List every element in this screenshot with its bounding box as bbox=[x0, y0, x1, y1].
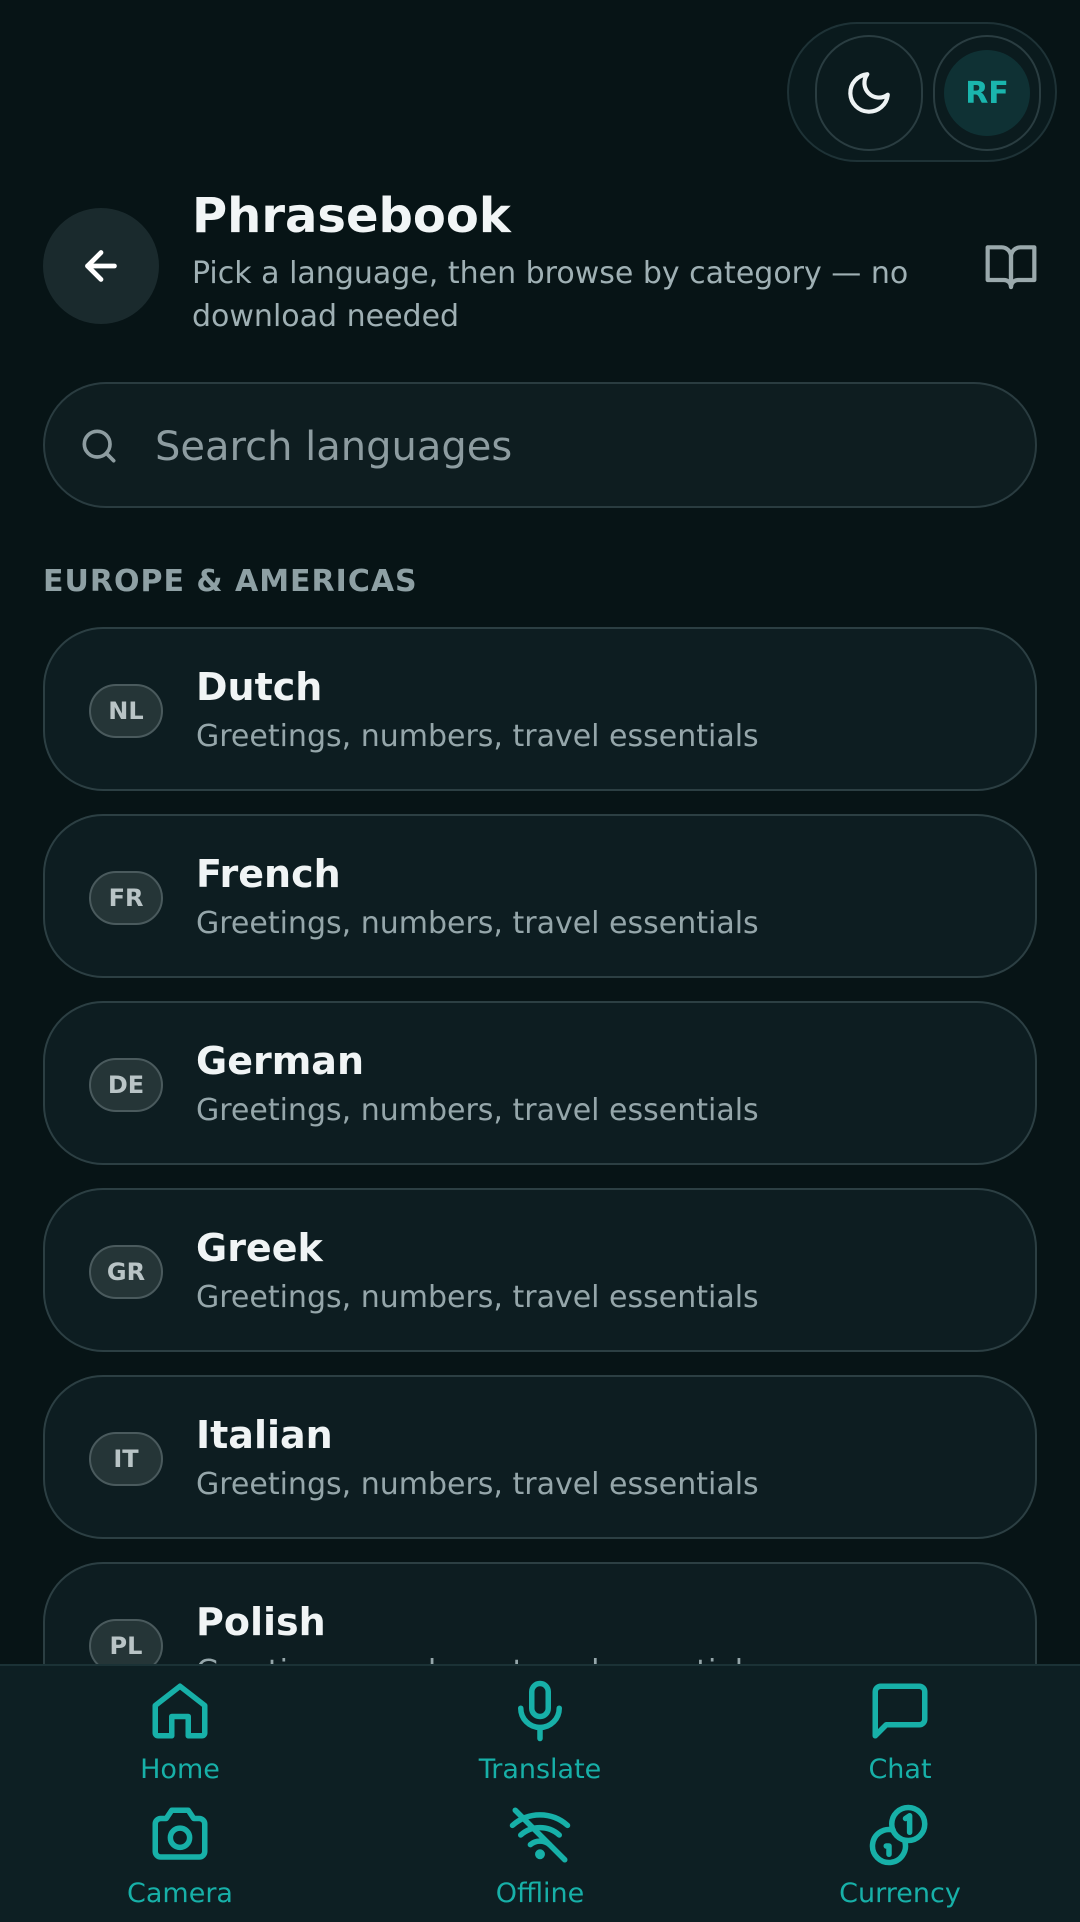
avatar: RF bbox=[944, 50, 1030, 136]
language-description: Greetings, numbers, travel essentials bbox=[196, 719, 759, 754]
nav-home-label: Home bbox=[140, 1754, 220, 1785]
language-name: German bbox=[196, 1039, 364, 1083]
search-icon bbox=[82, 429, 116, 463]
language-description: Greetings, numbers, travel essentials bbox=[196, 906, 759, 941]
arrow-left-icon bbox=[85, 250, 117, 282]
nav-chat[interactable]: Chat bbox=[800, 1678, 1000, 1785]
nav-chat-label: Chat bbox=[868, 1754, 932, 1785]
microphone-icon bbox=[518, 1680, 562, 1742]
section-label: EUROPE & AMERICAS bbox=[43, 564, 418, 599]
nav-currency-label: Currency bbox=[839, 1878, 961, 1909]
language-list: NL Dutch Greetings, numbers, travel esse… bbox=[43, 627, 1037, 1749]
home-icon bbox=[152, 1683, 208, 1739]
nav-home[interactable]: Home bbox=[80, 1678, 280, 1785]
language-item-german[interactable]: DE German Greetings, numbers, travel ess… bbox=[43, 1001, 1037, 1165]
nav-translate-label: Translate bbox=[478, 1754, 602, 1785]
language-name: Dutch bbox=[196, 665, 323, 709]
language-description: Greetings, numbers, travel essentials bbox=[196, 1093, 759, 1128]
language-item-french[interactable]: FR French Greetings, numbers, travel ess… bbox=[43, 814, 1037, 978]
language-code-badge: IT bbox=[89, 1432, 163, 1486]
coins-icon bbox=[869, 1804, 928, 1866]
nav-camera-label: Camera bbox=[127, 1878, 233, 1909]
page-title: Phrasebook bbox=[192, 188, 511, 244]
nav-translate[interactable]: Translate bbox=[440, 1678, 640, 1785]
camera-icon bbox=[152, 1807, 208, 1860]
nav-currency[interactable]: Currency bbox=[800, 1802, 1000, 1909]
book-icon[interactable] bbox=[983, 238, 1039, 298]
language-name: French bbox=[196, 852, 341, 896]
nav-offline-label: Offline bbox=[495, 1878, 585, 1909]
language-description: Greetings, numbers, travel essentials bbox=[196, 1467, 759, 1502]
nav-offline[interactable]: Offline bbox=[440, 1802, 640, 1909]
language-code-badge: FR bbox=[89, 871, 163, 925]
language-code-badge: GR bbox=[89, 1245, 163, 1299]
back-button[interactable] bbox=[43, 208, 159, 324]
search-bar[interactable] bbox=[43, 382, 1037, 508]
language-name: Italian bbox=[196, 1413, 333, 1457]
chat-icon bbox=[872, 1683, 928, 1739]
language-description: Greetings, numbers, travel essentials bbox=[196, 1280, 759, 1315]
bottom-navigation: Home Translate Chat Camera Offline Curre… bbox=[0, 1664, 1080, 1922]
profile-button[interactable]: RF bbox=[933, 35, 1041, 151]
language-code-badge: NL bbox=[89, 684, 163, 738]
theme-toggle-button[interactable] bbox=[815, 35, 923, 151]
language-code-badge: DE bbox=[89, 1058, 163, 1112]
page-subtitle: Pick a language, then browse by category… bbox=[192, 256, 909, 334]
language-item-greek[interactable]: GR Greek Greetings, numbers, travel esse… bbox=[43, 1188, 1037, 1352]
moon-icon bbox=[848, 72, 890, 114]
language-item-italian[interactable]: IT Italian Greetings, numbers, travel es… bbox=[43, 1375, 1037, 1539]
wifi-off-icon bbox=[509, 1807, 571, 1863]
language-name: Polish bbox=[196, 1600, 326, 1644]
nav-camera[interactable]: Camera bbox=[80, 1802, 280, 1909]
search-input[interactable] bbox=[153, 404, 997, 490]
language-item-dutch[interactable]: NL Dutch Greetings, numbers, travel esse… bbox=[43, 627, 1037, 791]
language-name: Greek bbox=[196, 1226, 323, 1270]
